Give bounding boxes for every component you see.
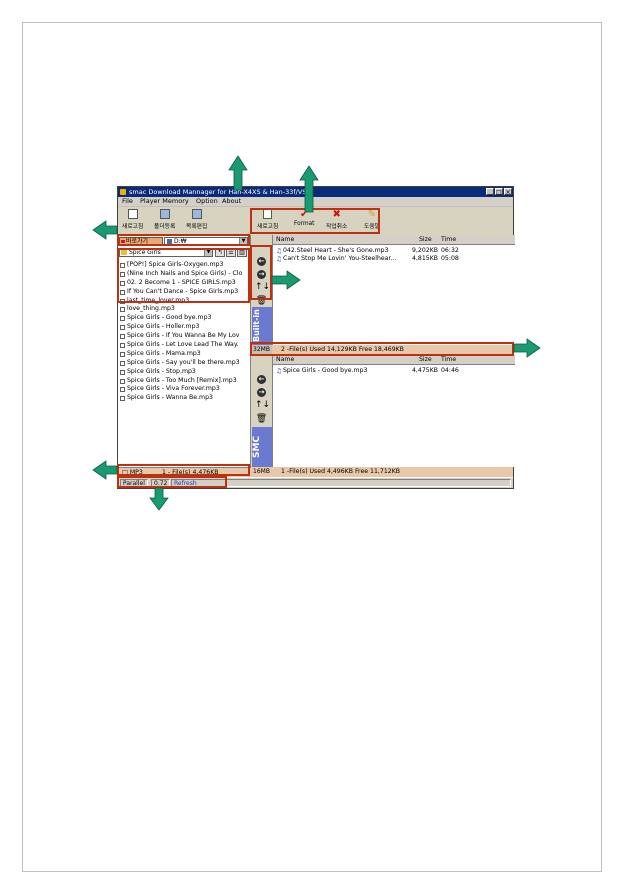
callout-arrows [92,155,541,511]
arrow-left-icon [92,460,118,480]
arrow-up-icon [228,155,248,191]
arrow-down-icon [149,487,169,511]
arrow-left-icon [92,220,118,240]
arrow-right-icon [513,338,541,358]
arrow-up-icon [299,165,319,213]
arrow-right-icon [271,270,301,290]
